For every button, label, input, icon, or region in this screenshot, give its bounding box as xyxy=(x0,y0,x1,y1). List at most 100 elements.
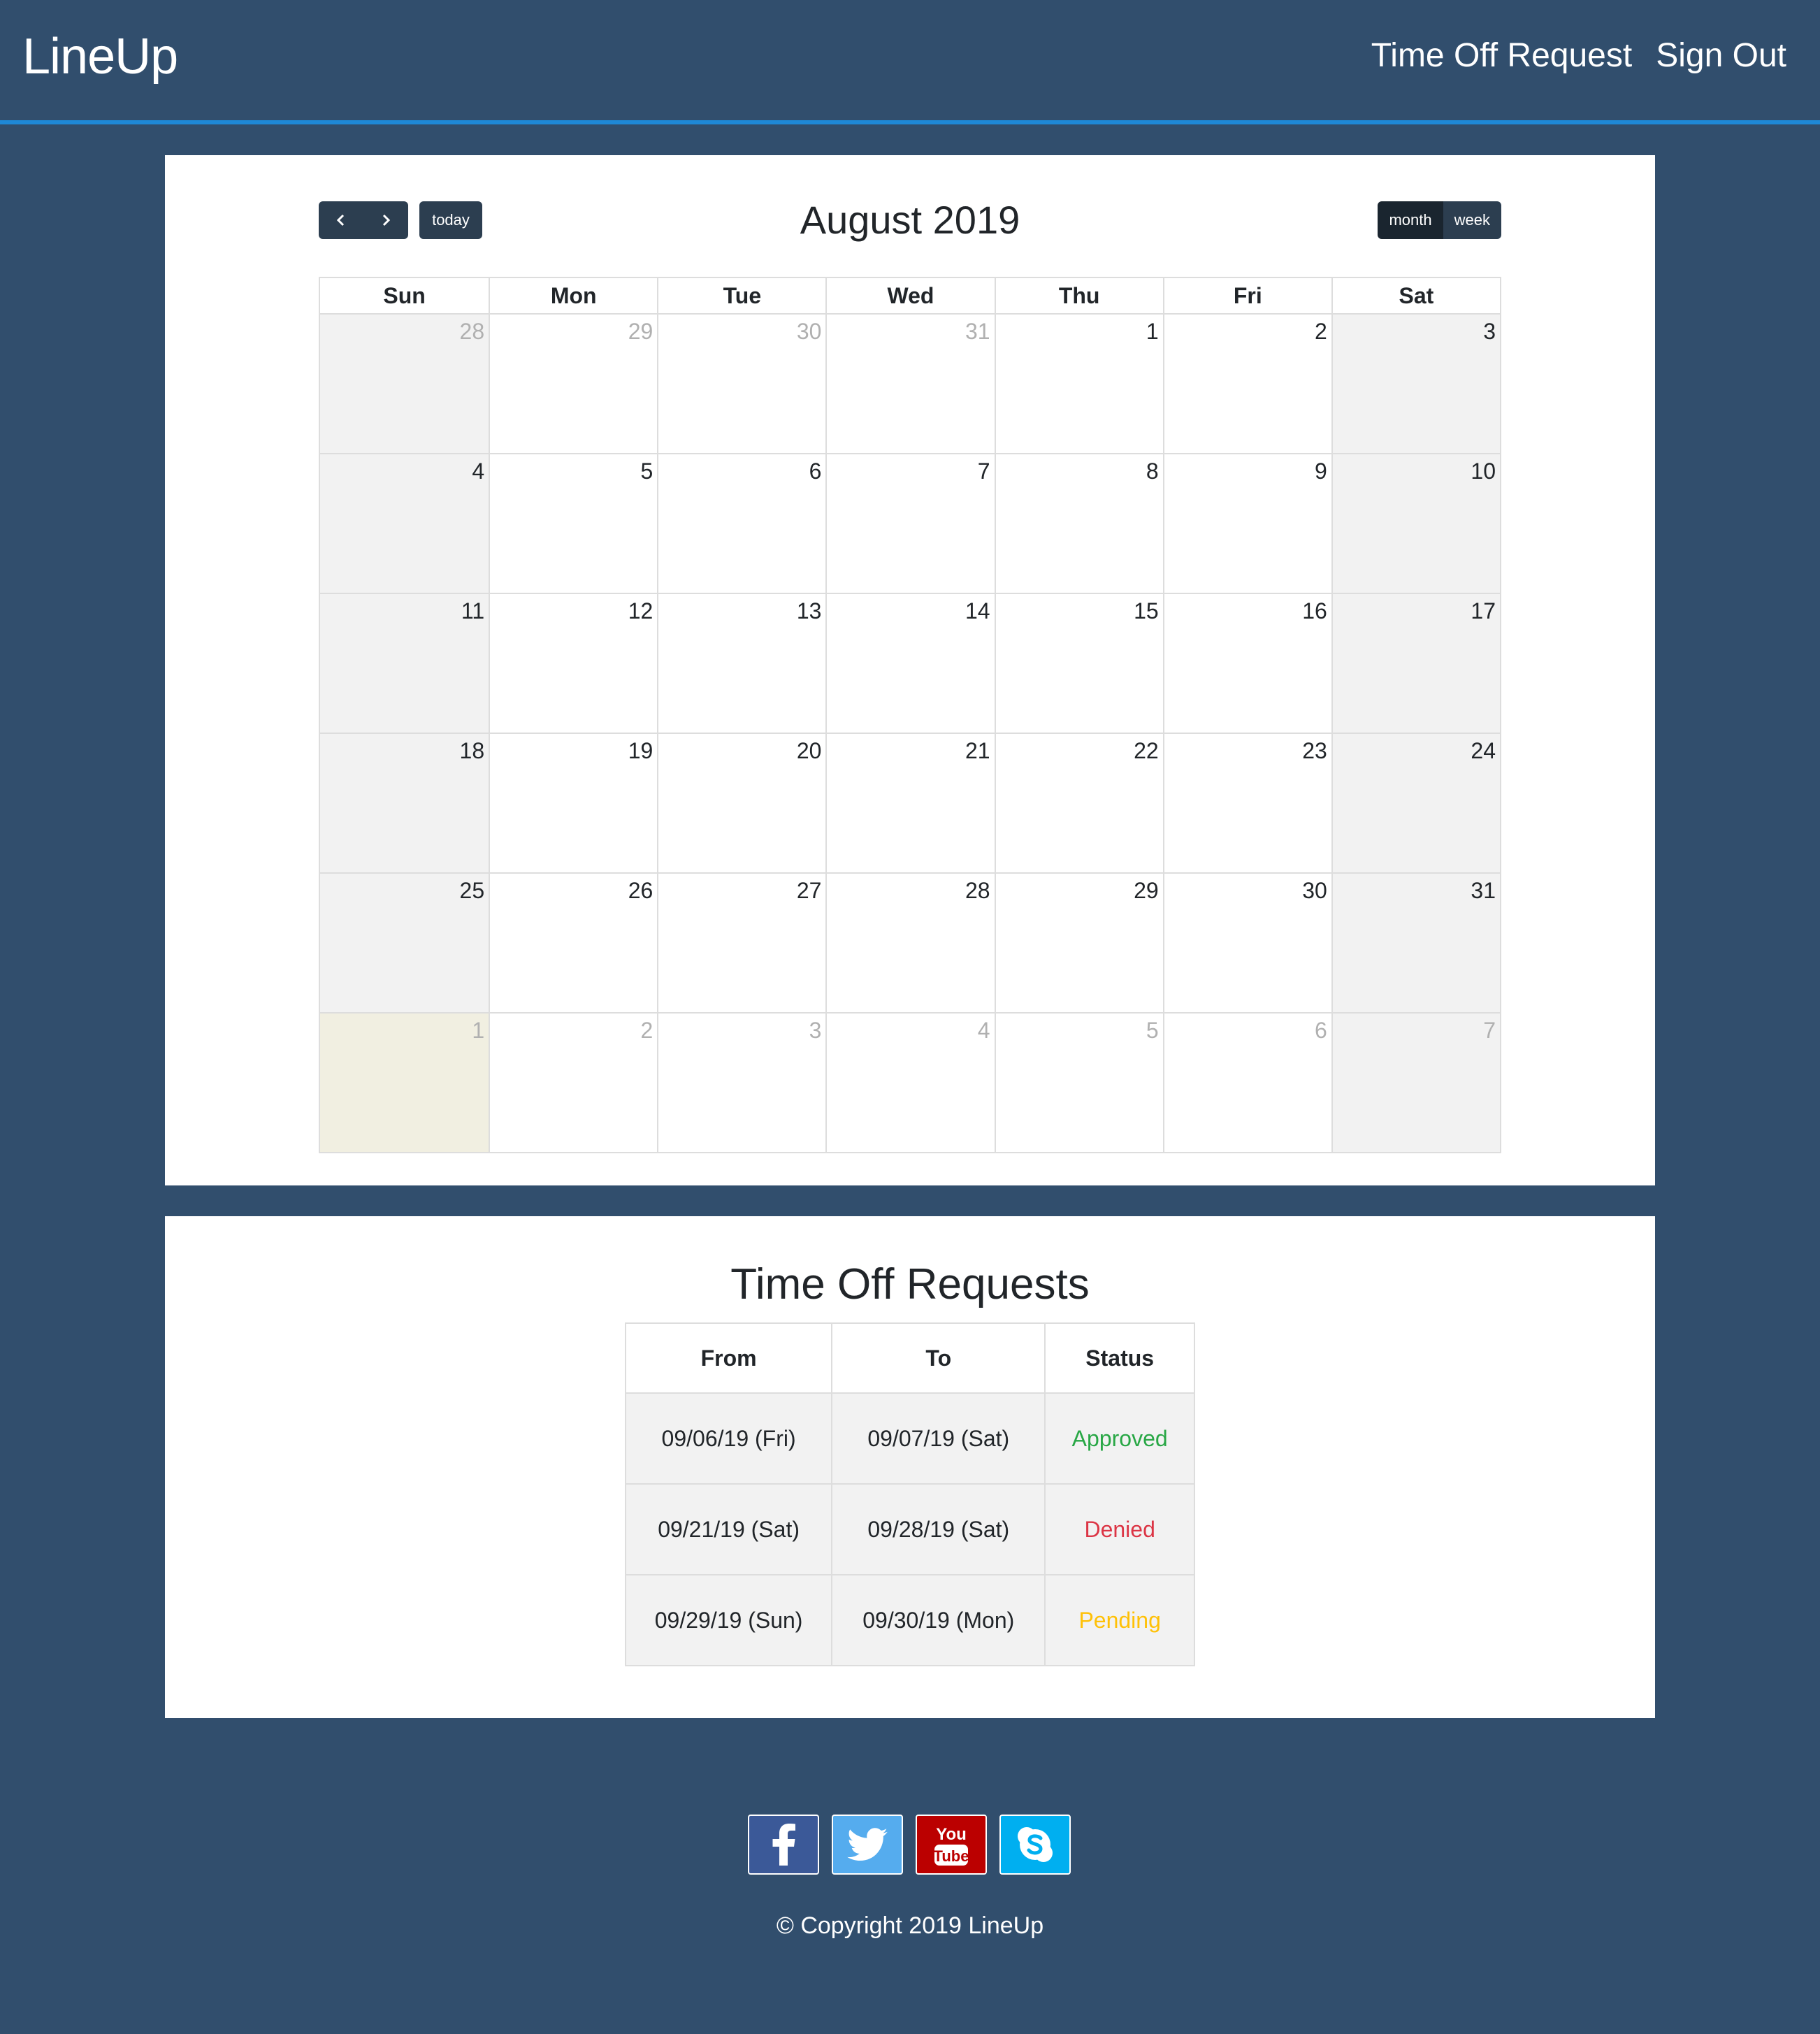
calendar-day[interactable]: 7 xyxy=(1331,1012,1500,1152)
youtube-button[interactable]: You Tube xyxy=(916,1815,987,1875)
day-number: 6 xyxy=(1315,1018,1327,1043)
day-number: 28 xyxy=(965,878,990,903)
calendar-day[interactable]: 27 xyxy=(657,872,826,1012)
calendar-day[interactable]: 29 xyxy=(994,872,1163,1012)
calendar-day[interactable]: 6 xyxy=(1162,1012,1331,1152)
calendar-day[interactable]: 31 xyxy=(825,313,995,453)
day-number: 11 xyxy=(461,598,485,623)
calendar-day[interactable]: 14 xyxy=(825,593,995,733)
calendar-day[interactable]: 7 xyxy=(825,453,995,593)
facebook-icon xyxy=(772,1824,795,1866)
day-number: 2 xyxy=(1315,319,1327,344)
calendar-day[interactable]: 20 xyxy=(657,733,826,872)
calendar-day[interactable]: 3 xyxy=(1331,313,1500,453)
social-links: You Tube xyxy=(748,1815,1071,1875)
nav-links: Time Off Request Sign Out xyxy=(1371,36,1786,75)
day-number: 4 xyxy=(977,1018,990,1043)
day-number: 2 xyxy=(640,1018,653,1043)
column-header-status: Status xyxy=(1044,1322,1195,1394)
day-number: 6 xyxy=(809,459,822,484)
calendar-day[interactable]: 18 xyxy=(320,733,489,872)
day-number: 14 xyxy=(965,598,990,623)
calendar-day[interactable]: 12 xyxy=(489,593,658,733)
day-number: 29 xyxy=(1134,878,1159,903)
brand-logo[interactable]: LineUp xyxy=(22,28,178,85)
calendar-day[interactable]: 4 xyxy=(320,453,489,593)
calendar-title: August 2019 xyxy=(800,198,1020,242)
day-number: 24 xyxy=(1471,738,1496,763)
navbar: LineUp Time Off Request Sign Out xyxy=(0,0,1820,124)
youtube-you-text: You xyxy=(936,1825,967,1844)
day-number: 16 xyxy=(1302,598,1327,623)
calendar-day[interactable]: 22 xyxy=(994,733,1163,872)
calendar-day[interactable]: 10 xyxy=(1331,453,1500,593)
status-cell: Denied xyxy=(1044,1483,1195,1575)
calendar-day[interactable]: 5 xyxy=(994,1012,1163,1152)
calendar-day[interactable]: 29 xyxy=(489,313,658,453)
nav-sign-out[interactable]: Sign Out xyxy=(1656,36,1786,75)
calendar-day[interactable]: 21 xyxy=(825,733,995,872)
calendar-day[interactable]: 30 xyxy=(1162,872,1331,1012)
requests-table-body: 09/06/19 (Fri) 09/07/19 (Sat) Approved 09/2… xyxy=(624,1392,1195,1666)
calendar-day[interactable]: 16 xyxy=(1162,593,1331,733)
day-number: 19 xyxy=(628,738,653,763)
day-number: 4 xyxy=(472,459,485,484)
calendar-day[interactable]: 8 xyxy=(994,453,1163,593)
calendar-day[interactable]: 24 xyxy=(1331,733,1500,872)
column-header-to: To xyxy=(831,1322,1046,1394)
calendar-day[interactable]: 17 xyxy=(1331,593,1500,733)
calendar-day[interactable]: 5 xyxy=(489,453,658,593)
day-number: 31 xyxy=(1471,878,1496,903)
day-number: 18 xyxy=(459,738,485,763)
day-number: 5 xyxy=(640,459,653,484)
day-number: 27 xyxy=(796,878,822,903)
table-row: 09/21/19 (Sat) 09/28/19 (Sat) Denied xyxy=(624,1483,1195,1575)
weekday-sun: Sun xyxy=(383,283,426,308)
requests-title: Time Off Requests xyxy=(730,1260,1090,1308)
calendar-day[interactable]: 13 xyxy=(657,593,826,733)
calendar-day[interactable]: 28 xyxy=(320,313,489,453)
calendar-day[interactable]: 30 xyxy=(657,313,826,453)
youtube-tube-text: Tube xyxy=(934,1847,969,1865)
calendar-day[interactable]: 4 xyxy=(825,1012,995,1152)
calendar-day[interactable]: 23 xyxy=(1162,733,1331,872)
weekday-header: Sun Mon Tue Wed Thu Fri Sat xyxy=(320,278,1500,313)
calendar-day[interactable]: 31 xyxy=(1331,872,1500,1012)
twitter-button[interactable] xyxy=(832,1815,903,1875)
day-number: 23 xyxy=(1302,738,1327,763)
calendar-day[interactable]: 3 xyxy=(657,1012,826,1152)
facebook-button[interactable] xyxy=(748,1815,819,1875)
day-number: 10 xyxy=(1471,459,1496,484)
calendar-day[interactable]: 15 xyxy=(994,593,1163,733)
day-number: 30 xyxy=(1302,878,1327,903)
calendar-day[interactable]: 2 xyxy=(1162,313,1331,453)
calendar-day[interactable]: 19 xyxy=(489,733,658,872)
calendar-day[interactable]: 6 xyxy=(657,453,826,593)
skype-button[interactable] xyxy=(999,1815,1071,1875)
calendar-day[interactable]: 28 xyxy=(825,872,995,1012)
day-number: 22 xyxy=(1134,738,1159,763)
day-number: 26 xyxy=(628,878,653,903)
to-cell: 09/28/19 (Sat) xyxy=(831,1483,1046,1575)
calendar-day[interactable]: 2 xyxy=(489,1012,658,1152)
calendar-day[interactable]: 11 xyxy=(320,593,489,733)
calendar-day[interactable]: 26 xyxy=(489,872,658,1012)
weekday-wed: Wed xyxy=(825,278,994,313)
calendar-day[interactable]: 1 xyxy=(994,313,1163,453)
calendar-day[interactable]: 25 xyxy=(320,872,489,1012)
from-cell: 09/29/19 (Sun) xyxy=(624,1574,833,1666)
calendar-day-today[interactable]: 1 xyxy=(320,1012,489,1152)
time-off-requests-card: Time Off Requests From To Status 09/06/1… xyxy=(165,1216,1655,1718)
from-cell: 09/21/19 (Sat) xyxy=(624,1483,833,1575)
view-switcher: month week xyxy=(1378,201,1501,239)
calendar-grid: Sun Mon Tue Wed Thu Fri Sat 28 29 30 31 1 2 3 4… xyxy=(319,277,1501,1153)
table-row: 09/29/19 (Sun) 09/30/19 (Mon) Pending xyxy=(624,1574,1195,1666)
day-number: 31 xyxy=(965,319,990,344)
nav-time-off-request[interactable]: Time Off Request xyxy=(1371,36,1632,75)
week-view-button[interactable]: week xyxy=(1443,201,1501,239)
weekday-sat: Sat xyxy=(1331,278,1500,313)
calendar-day[interactable]: 9 xyxy=(1162,453,1331,593)
day-number: 25 xyxy=(459,878,485,903)
day-number: 3 xyxy=(809,1018,822,1043)
month-view-button[interactable]: month xyxy=(1378,201,1443,239)
